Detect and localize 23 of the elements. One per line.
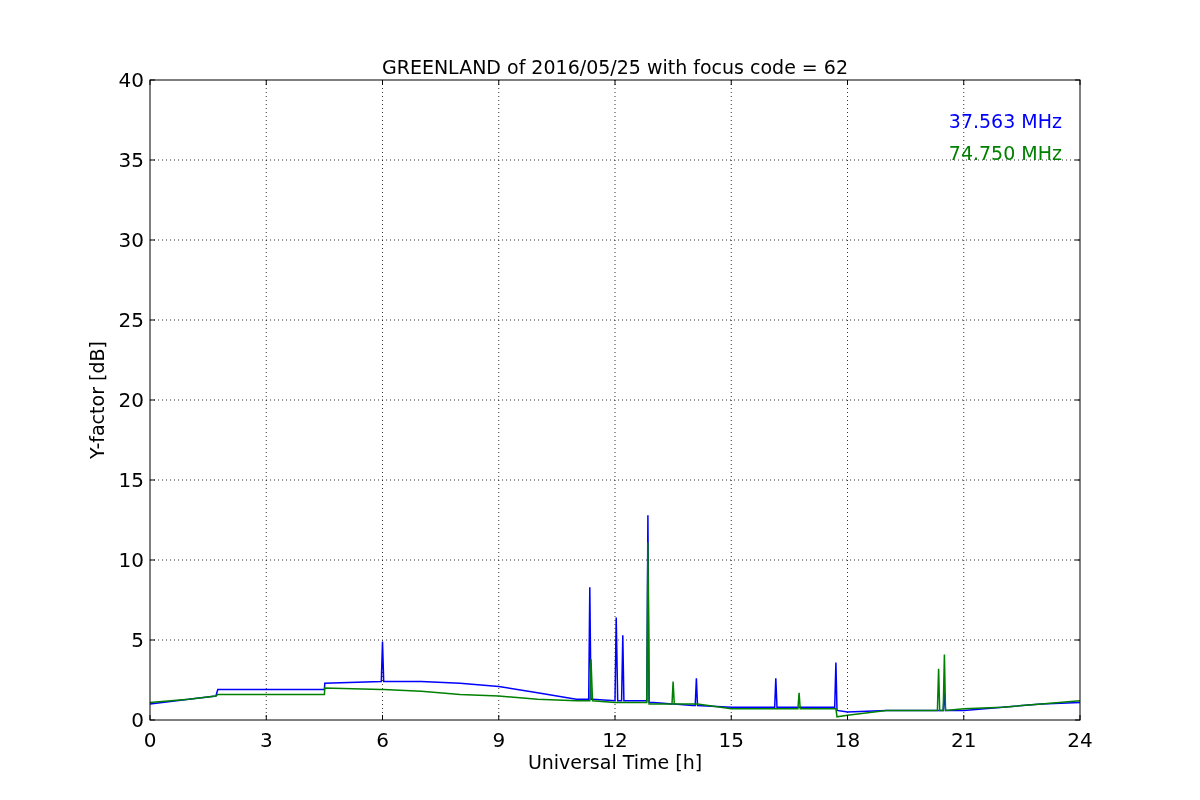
tick-label: 24 — [1067, 728, 1093, 752]
tick-label: 30 — [118, 228, 144, 252]
tick-label: 9 — [492, 728, 506, 752]
legend-label: 74.750 MHz — [948, 142, 1062, 164]
tick-label: 20 — [118, 388, 144, 412]
tick-label: 10 — [118, 548, 144, 572]
tick-label: 0 — [143, 728, 157, 752]
tick-label: 25 — [118, 308, 144, 332]
tick-label: 12 — [602, 728, 628, 752]
tick-label: 40 — [118, 68, 144, 92]
tick-label: 5 — [131, 628, 144, 652]
tick-label: 6 — [376, 728, 389, 752]
tick-label: 15 — [118, 468, 144, 492]
legend-label: 37.563 MHz — [948, 110, 1062, 132]
axis-label: Universal Time [h] — [527, 751, 703, 773]
tick-label: 15 — [718, 728, 744, 752]
tick-label: 0 — [131, 708, 144, 732]
tick-label: 18 — [834, 728, 861, 752]
axis-label: Y-factor [dB] — [86, 341, 108, 459]
chart-title: GREENLAND of 2016/05/25 with focus code = 62 — [382, 56, 848, 78]
tick-label: 21 — [951, 728, 977, 752]
tick-label: 35 — [118, 148, 144, 172]
tick-label: 3 — [259, 728, 273, 752]
